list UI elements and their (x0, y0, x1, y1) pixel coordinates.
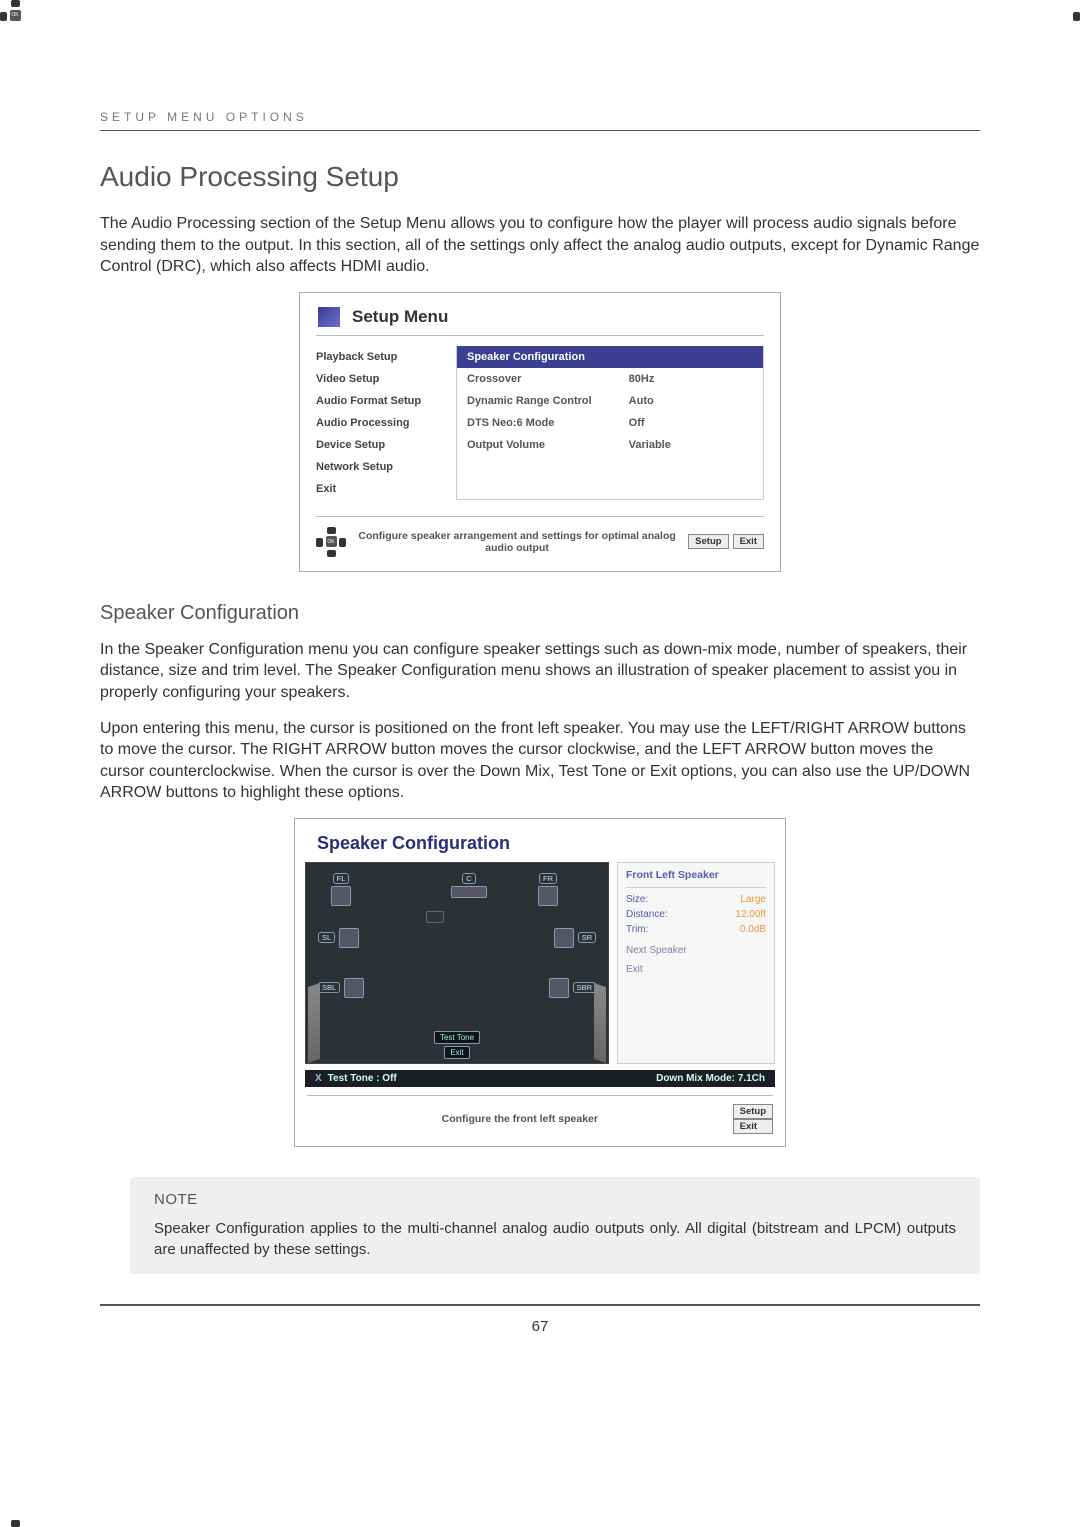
intro-paragraph: The Audio Processing section of the Setu… (100, 213, 980, 278)
side-row-distance[interactable]: Distance:12.00ft (626, 907, 766, 922)
setup-menu-left-list: Playback Setup Video Setup Audio Format … (316, 346, 456, 500)
side-row-trim[interactable]: Trim:0.0dB (626, 922, 766, 937)
page-title: Audio Processing Setup (100, 161, 980, 193)
speaker-sbl-icon[interactable]: SBL (318, 978, 364, 998)
ok-button-icon: OK (10, 10, 21, 21)
brand-swatch-icon (318, 307, 340, 327)
note-text: Speaker Configuration applies to the mul… (154, 1218, 956, 1260)
speaker-config-figure: Speaker Configuration FL C FR SL SR SBL … (294, 818, 786, 1147)
row-drc[interactable]: Dynamic Range ControlAuto (457, 390, 763, 412)
wall-art-icon (594, 983, 606, 1063)
right-header-speaker-config[interactable]: Speaker Configuration (457, 346, 763, 368)
side-row-size[interactable]: Size:Large (626, 892, 766, 907)
row-output-volume[interactable]: Output VolumeVariable (457, 434, 763, 456)
speaker-fl-icon[interactable]: FL (331, 873, 351, 906)
menu-item-exit[interactable]: Exit (316, 478, 456, 500)
test-tone-button[interactable]: Test Tone (434, 1031, 480, 1044)
footer-rule (100, 1304, 980, 1306)
row-key: Output Volume (467, 439, 629, 451)
speaker-footer-hint: Configure the front left speaker (307, 1113, 733, 1125)
menu-item-network-setup[interactable]: Network Setup (316, 456, 456, 478)
note-box: NOTE Speaker Configuration applies to th… (130, 1177, 980, 1274)
setup-menu-title: Setup Menu (352, 307, 448, 327)
setup-menu-figure: Setup Menu Playback Setup Video Setup Au… (299, 292, 781, 572)
row-value: Auto (629, 395, 753, 407)
section-header: SETUP MENU OPTIONS (100, 110, 980, 131)
side-nav-next-speaker[interactable]: Next Speaker (626, 945, 766, 956)
row-value: Off (629, 417, 753, 429)
paragraph-2: Upon entering this menu, the cursor is p… (100, 718, 980, 804)
down-mix-mode-status: Down Mix Mode: 7.1Ch (656, 1073, 765, 1084)
speaker-side-panel: Front Left Speaker Size:Large Distance:1… (617, 862, 775, 1064)
row-value: Variable (629, 439, 753, 451)
speaker-c-icon[interactable]: C (451, 873, 487, 898)
listener-position-icon: Test Tone Exit (434, 1031, 480, 1059)
dpad-icon: OK (316, 527, 346, 557)
row-key: Crossover (467, 373, 629, 385)
speaker-sr-icon[interactable]: SR (554, 928, 596, 948)
row-dts-neo6[interactable]: DTS Neo:6 ModeOff (457, 412, 763, 434)
on-screen-exit-button[interactable]: Exit (733, 534, 764, 549)
test-tone-status: Test Tone : Off (328, 1073, 397, 1084)
ok-button-icon: OK (326, 536, 337, 547)
row-crossover[interactable]: Crossover80Hz (457, 368, 763, 390)
speaker-sw-icon[interactable] (426, 911, 444, 923)
page-number: 67 (100, 1318, 980, 1335)
test-tone-status-icon: X (315, 1073, 322, 1084)
on-screen-exit-button[interactable]: Exit (733, 1119, 773, 1134)
on-screen-setup-button[interactable]: Setup (688, 534, 728, 549)
row-value: 80Hz (629, 373, 753, 385)
menu-item-video[interactable]: Video Setup (316, 368, 456, 390)
speaker-sl-icon[interactable]: SL (318, 928, 359, 948)
speaker-config-title: Speaker Configuration (295, 819, 785, 862)
speaker-sbr-icon[interactable]: SBR (549, 978, 596, 998)
wall-art-icon (308, 983, 320, 1063)
exit-button[interactable]: Exit (444, 1046, 469, 1059)
setup-menu-hint: Configure speaker arrangement and settin… (346, 530, 688, 554)
row-key: DTS Neo:6 Mode (467, 417, 629, 429)
speaker-room-diagram: FL C FR SL SR SBL SBR Test Tone Exit (305, 862, 609, 1064)
note-title: NOTE (154, 1191, 956, 1208)
menu-item-playback[interactable]: Playback Setup (316, 346, 456, 368)
side-nav-exit[interactable]: Exit (626, 964, 766, 975)
side-panel-title: Front Left Speaker (626, 869, 766, 881)
speaker-fr-icon[interactable]: FR (538, 873, 558, 906)
menu-item-audio-processing[interactable]: Audio Processing (316, 412, 456, 434)
row-key: Dynamic Range Control (467, 395, 629, 407)
paragraph-1: In the Speaker Configuration menu you ca… (100, 639, 980, 704)
menu-item-audio-format[interactable]: Audio Format Setup (316, 390, 456, 412)
menu-item-device-setup[interactable]: Device Setup (316, 434, 456, 456)
on-screen-setup-button[interactable]: Setup (733, 1104, 773, 1119)
section-heading-speaker-config: Speaker Configuration (100, 602, 980, 625)
